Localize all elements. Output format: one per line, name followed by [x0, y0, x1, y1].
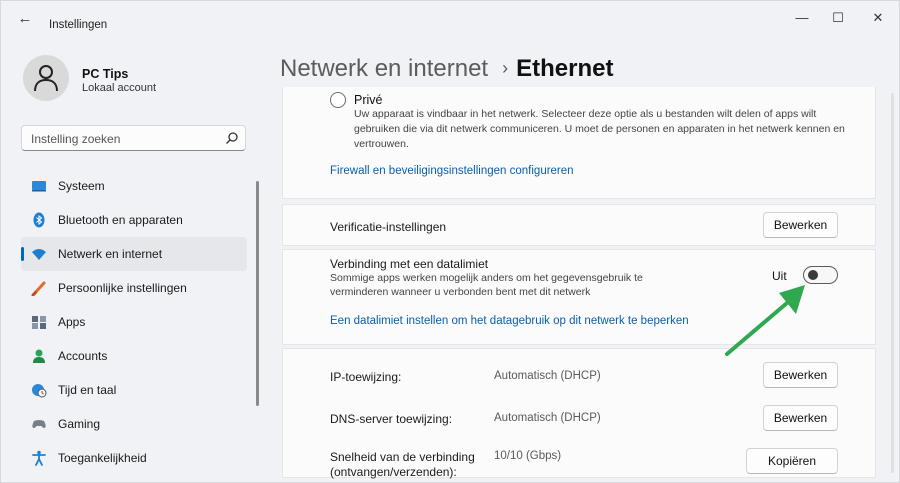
back-arrow-icon[interactable]: ← — [15, 11, 35, 27]
profile-account-type: Lokaal account — [82, 82, 156, 94]
sidebar-item-netwerk[interactable]: Netwerk en internet — [21, 237, 247, 271]
breadcrumb-parent[interactable]: Netwerk en internet — [280, 55, 488, 82]
link-speed-label: Snelheid van de verbinding (ontvangen/ve… — [330, 450, 475, 479]
user-icon — [34, 65, 58, 92]
sidebar-item-label: Bluetooth en apparaten — [58, 213, 183, 227]
sidebar-item-tijd[interactable]: Tijd en taal — [21, 373, 247, 407]
app-title: Instellingen — [49, 19, 108, 31]
avatar[interactable] — [23, 55, 69, 101]
dns-assignment-label: DNS-server toewijzing: — [330, 412, 453, 426]
metered-description: Sommige apps werken mogelijk anders om h… — [330, 272, 643, 298]
copy-button[interactable]: Kopiëren — [746, 448, 838, 474]
search-input[interactable]: Instelling zoeken — [21, 125, 246, 151]
sidebar-item-accounts[interactable]: Accounts — [21, 339, 247, 373]
accounts-icon — [33, 349, 45, 363]
sidebar-item-label: Toegankelijkheid — [58, 451, 147, 465]
metered-label: Verbinding met een datalimiet — [330, 257, 489, 271]
search-icon — [226, 132, 238, 144]
sidebar-item-bluetooth[interactable]: Bluetooth en apparaten — [21, 203, 247, 237]
page-title: Ethernet — [516, 55, 614, 82]
prive-radio[interactable] — [330, 92, 346, 108]
close-button[interactable]: ✕ — [867, 9, 889, 27]
breadcrumb: Netwerk en internet › Ethernet — [280, 55, 613, 83]
active-indicator — [21, 247, 24, 261]
apps-icon — [32, 316, 46, 329]
sidebar-item-systeem[interactable]: Systeem — [21, 169, 247, 203]
firewall-link[interactable]: Firewall en beveiligingsinstellingen con… — [330, 165, 574, 177]
ip-assignment-value: Automatisch (DHCP) — [494, 370, 601, 382]
sidebar-item-persoonlijk[interactable]: Persoonlijke instellingen — [21, 271, 247, 305]
sidebar-item-label: Apps — [58, 315, 86, 329]
system-icon — [32, 181, 46, 192]
brush-icon — [31, 281, 46, 296]
content-scrollbar[interactable] — [891, 93, 894, 473]
annotation-arrow-icon — [725, 285, 805, 356]
ip-assignment-label: IP-toewijzing: — [330, 370, 402, 384]
globe-clock-icon — [32, 384, 47, 398]
profile-name: PC Tips — [82, 67, 129, 81]
sidebar-item-label: Persoonlijke instellingen — [58, 281, 187, 295]
data-limit-link[interactable]: Een datalimiet instellen om het datagebr… — [330, 315, 689, 327]
title-bar: ← Instellingen — ☐ ✕ — [1, 1, 900, 37]
maximize-button[interactable]: ☐ — [827, 9, 849, 27]
ip-edit-button[interactable]: Bewerken — [763, 362, 838, 388]
sidebar-item-apps[interactable]: Apps — [21, 305, 247, 339]
network-icon — [32, 249, 46, 260]
minimize-button[interactable]: — — [791, 9, 813, 27]
sidebar-item-label: Tijd en taal — [58, 383, 117, 397]
prive-label: Privé — [354, 93, 383, 107]
dns-edit-button[interactable]: Bewerken — [763, 405, 838, 431]
sidebar-item-label: Gaming — [58, 417, 101, 431]
toggle-knob — [808, 270, 818, 280]
settings-window: ← Instellingen — ☐ ✕ PC Tips Lokaal acco… — [0, 0, 900, 483]
bluetooth-icon — [33, 212, 45, 228]
verification-label: Verificatie-instellingen — [330, 220, 447, 234]
sidebar-item-gaming[interactable]: Gaming — [21, 407, 247, 441]
sidebar-nav: Systeem Bluetooth en apparaten Netwerk e… — [21, 169, 247, 475]
prive-description: Uw apparaat is vindbaar in het netwerk. … — [354, 108, 845, 150]
gamepad-icon — [32, 420, 46, 428]
sidebar-scrollbar[interactable] — [256, 181, 259, 406]
accessibility-icon — [32, 450, 46, 466]
verification-edit-button[interactable]: Bewerken — [763, 212, 838, 238]
breadcrumb-separator: › — [502, 58, 509, 78]
dns-assignment-value: Automatisch (DHCP) — [494, 412, 601, 424]
sidebar-item-label: Systeem — [58, 179, 105, 193]
sidebar-item-label: Accounts — [58, 349, 108, 363]
sidebar-item-toegankelijkheid[interactable]: Toegankelijkheid — [21, 441, 247, 475]
search-placeholder: Instelling zoeken — [31, 132, 121, 146]
link-speed-value: 10/10 (Gbps) — [494, 450, 562, 462]
sidebar-item-label: Netwerk en internet — [58, 247, 163, 261]
